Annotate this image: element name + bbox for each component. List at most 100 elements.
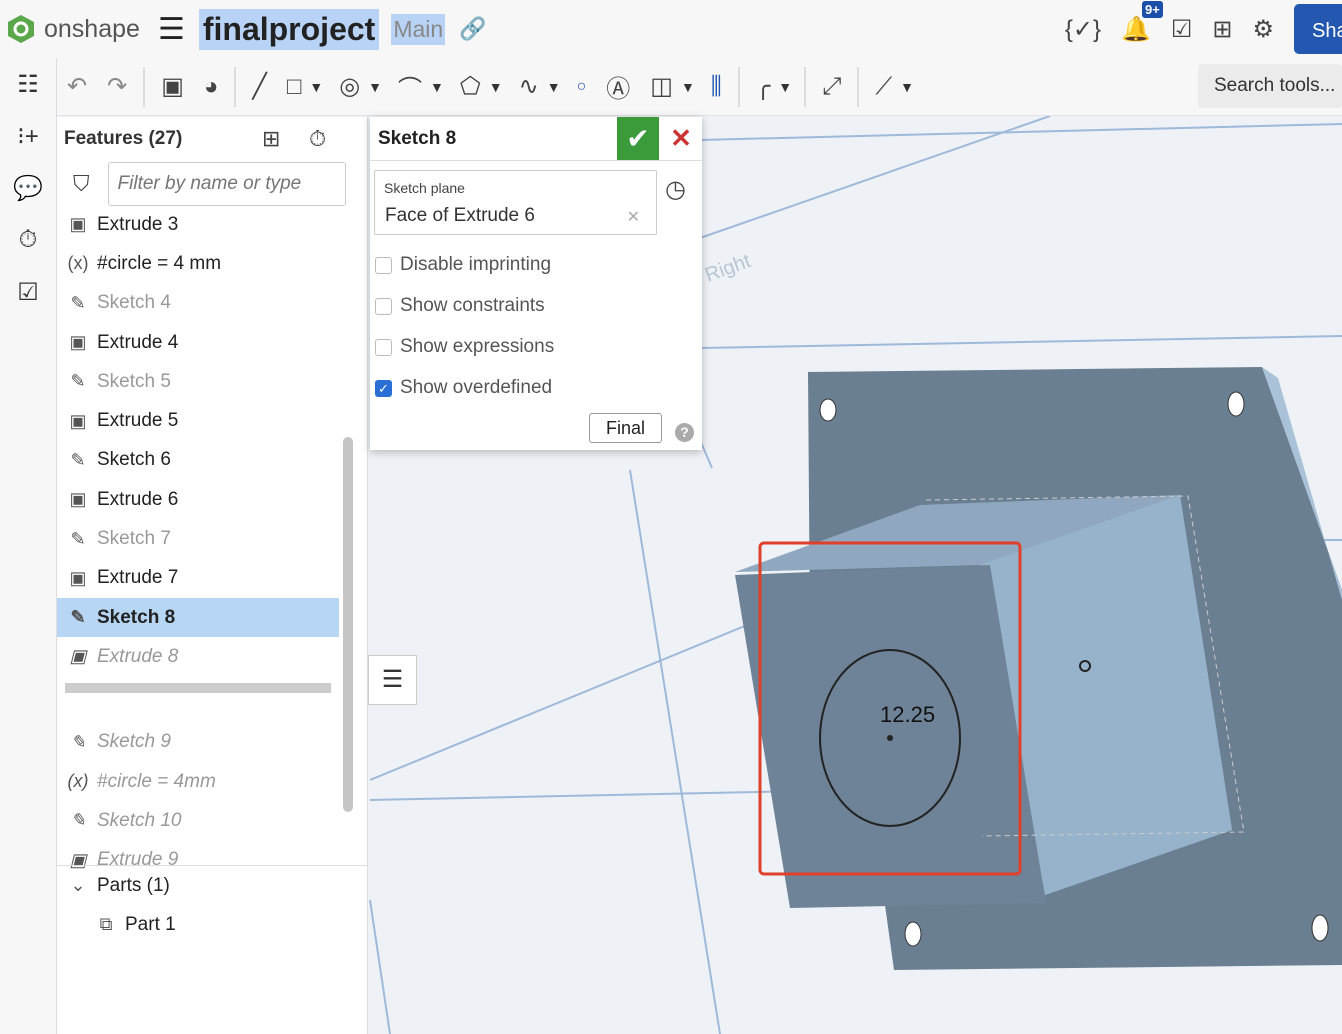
option-label: Show overdefined [400, 377, 553, 398]
chevron-down-icon[interactable]: ▼ [900, 79, 914, 95]
feature-item[interactable]: (x) #circle = 4mm [57, 762, 339, 801]
comments-icon[interactable]: 💬 [0, 162, 56, 214]
undo-icon[interactable]: ↶ [67, 72, 87, 101]
tasks-icon[interactable]: ☑ [1171, 15, 1193, 44]
sketch-dialog: Sketch 8 ✔ ✕ Sketch plane Face of Extrud… [370, 117, 702, 450]
variables-icon[interactable]: {✓} [1065, 15, 1101, 44]
feature-item[interactable]: ▣ Extrude 3 [57, 205, 339, 244]
feature-label: Sketch 10 [97, 809, 182, 831]
history-icon[interactable]: ⏱ [0, 214, 56, 266]
search-tools-input[interactable]: Search tools... [1198, 64, 1342, 108]
share-button[interactable]: Sha [1294, 4, 1342, 54]
feature-item[interactable]: ▣ Extrude 6 [57, 480, 339, 519]
history-icon[interactable]: ◷ [665, 175, 686, 204]
sketch-icon: ✎ [70, 371, 86, 392]
sketch-toolbar: ↶ ↷ ▣ ◕ ╱ □ ▼ ◎ ▼ ⌒ ▼ ⬠ ▼ ∿ ▼ ○ Ⓐ ◫ ▼ ⫼ ╭ ▼ ⤢ ⟋… [57, 58, 1342, 116]
rollback-bar[interactable] [65, 682, 331, 693]
feature-item[interactable]: ✎ Sketch 4 [57, 284, 339, 323]
chevron-down-icon[interactable]: ▼ [489, 79, 503, 95]
feature-item[interactable]: ✎ Sketch 8 [57, 597, 339, 638]
extrude-tool-icon[interactable]: ▣ [161, 72, 184, 101]
onshape-logo[interactable]: onshape [6, 14, 140, 44]
clear-icon[interactable]: ✕ [627, 207, 640, 227]
chevron-down-icon[interactable]: ▼ [430, 79, 444, 95]
feature-item[interactable]: ✎ Sketch 6 [57, 441, 339, 480]
sketch-icon: ✎ [70, 607, 86, 628]
variable-icon: (x) [67, 771, 89, 791]
divider [143, 66, 146, 107]
chevron-down-icon[interactable]: ▼ [681, 79, 695, 95]
plane-label: Right [702, 250, 754, 287]
feature-item[interactable]: ▣ Extrude 4 [57, 323, 339, 362]
offset-tool-icon[interactable]: ⫼ [711, 73, 722, 101]
app-store-icon[interactable]: ⊞ [1212, 15, 1232, 44]
feature-list-icon[interactable]: ☷ [0, 58, 56, 110]
feature-panel: Features (27) ⊞ ⏱ ⛉ ▣ Extrude 3 (x) #circle… [57, 117, 368, 1034]
option-checkbox[interactable]: Show expressions [375, 336, 554, 358]
polygon-tool-icon[interactable]: ⬠ [460, 72, 481, 101]
checkbox[interactable]: ✓ [375, 379, 392, 397]
use-tool-icon[interactable]: ◫ [650, 72, 673, 101]
scrollbar[interactable] [343, 437, 353, 812]
feature-label: Extrude 4 [97, 331, 179, 353]
help-icon[interactable]: ? [675, 423, 694, 442]
text-tool-icon[interactable]: Ⓐ [606, 69, 630, 104]
menu-icon[interactable]: ☰ [158, 12, 185, 47]
divider [804, 66, 807, 107]
feature-label: Sketch 8 [97, 606, 176, 628]
chevron-down-icon[interactable]: ▼ [778, 79, 792, 95]
chevron-down-icon[interactable]: ▼ [368, 79, 382, 95]
dimension-tool-icon[interactable]: ⤢ [822, 73, 841, 101]
feature-item[interactable]: ▣ Extrude 5 [57, 401, 339, 440]
cancel-button[interactable]: ✕ [668, 117, 694, 160]
feature-item[interactable]: ✎ Sketch 5 [57, 362, 339, 401]
insert-icon[interactable]: ⁝+ [0, 110, 56, 162]
notifications-icon[interactable]: 🔔 9+ [1121, 0, 1163, 44]
point-tool-icon[interactable]: ○ [577, 78, 587, 96]
feature-label: Sketch 6 [97, 449, 171, 471]
checkbox[interactable] [375, 256, 392, 274]
option-checkbox[interactable]: Disable imprinting [375, 254, 551, 276]
filter-input[interactable] [107, 162, 346, 206]
link-icon[interactable]: 🔗 [459, 16, 486, 42]
rollback-timer-icon[interactable]: ⏱ [309, 126, 326, 152]
fillet-tool-icon[interactable]: ╭ [756, 72, 770, 101]
checkbox[interactable] [375, 297, 392, 315]
spline-tool-icon[interactable]: ∿ [519, 72, 539, 101]
feature-item[interactable]: ▣ Extrude 7 [57, 559, 339, 598]
chevron-down-icon[interactable]: ▼ [309, 79, 323, 95]
revolve-tool-icon[interactable]: ◕ [204, 73, 219, 101]
checklist-icon[interactable]: ☑ [0, 266, 56, 318]
option-checkbox[interactable]: Show constraints [375, 295, 545, 317]
add-folder-icon[interactable]: ⊞ [262, 126, 280, 152]
feature-item[interactable]: ✎ Sketch 7 [57, 519, 339, 558]
feature-label: Extrude 8 [97, 645, 179, 667]
checkbox[interactable] [375, 338, 392, 356]
feature-item[interactable]: ✎ Sketch 10 [57, 801, 339, 840]
circle-tool-icon[interactable]: ◎ [339, 72, 360, 101]
part-item[interactable]: ⧉ Part 1 [57, 905, 368, 944]
document-title[interactable]: finalproject [198, 8, 380, 50]
feature-item[interactable]: (x) #circle = 4 mm [57, 244, 339, 283]
line-tool-icon[interactable]: ╱ [252, 72, 266, 101]
chevron-down-icon[interactable]: ▼ [547, 79, 561, 95]
sketch-plane-field[interactable]: Sketch plane Face of Extrude 6 ✕ [374, 170, 657, 235]
constraint-tool-icon[interactable]: ⟋ [875, 73, 892, 101]
sketch-plane-label: Sketch plane [384, 180, 465, 196]
rectangle-tool-icon[interactable]: □ [287, 73, 302, 101]
option-checkbox[interactable]: ✓ Show overdefined [375, 377, 552, 399]
feature-item[interactable]: ▣ Extrude 8 [57, 637, 339, 676]
accept-button[interactable]: ✔ [617, 117, 659, 160]
sketch-plane-value: Face of Extrude 6 [385, 205, 535, 226]
final-button[interactable]: Final [589, 413, 662, 443]
feature-item[interactable]: ✎ Sketch 9 [57, 723, 339, 762]
filter-icon[interactable]: ⛉ [73, 171, 90, 197]
sketch-list-button[interactable]: ☰ [368, 655, 417, 705]
divider [234, 66, 237, 107]
learning-center-icon[interactable]: ⚙ [1252, 15, 1274, 44]
arc-tool-icon[interactable]: ⌒ [398, 69, 422, 104]
branch-label[interactable]: Main [391, 13, 446, 45]
dimension-label[interactable]: 12.25 [880, 702, 935, 727]
parts-header[interactable]: ⌄ Parts (1) [57, 866, 368, 905]
redo-icon[interactable]: ↷ [107, 72, 127, 101]
